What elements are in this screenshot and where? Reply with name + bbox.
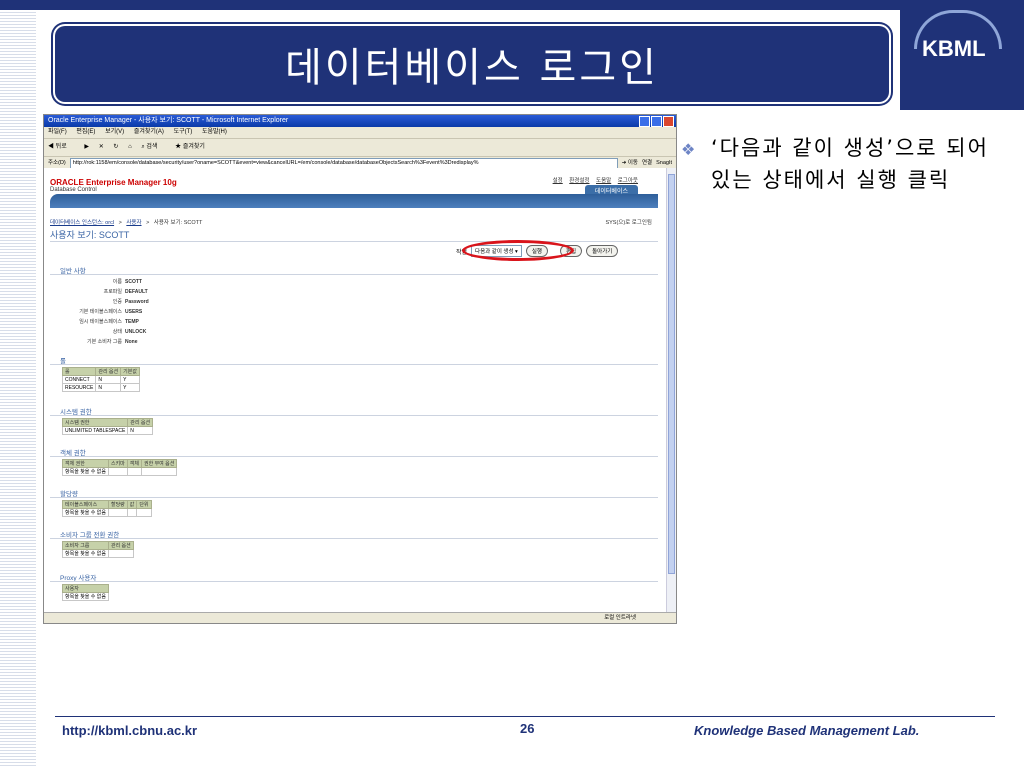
general-row: 기본 소비자 그룹 None [87,339,138,345]
browser-menu-bar: 파일(F) 편집(E) 보기(V) 즐겨찾기(A) 도구(T) 도움말(H) [44,127,676,139]
home-icon[interactable]: ⌂ [128,144,132,150]
top-links: 설정 환경설정 도움말 로그아웃 [548,176,638,184]
divider [50,274,658,275]
menu-file[interactable]: 파일(F) [48,129,67,135]
divider [50,581,658,582]
table-row: CONNECT N Y [61,375,140,384]
menu-tools[interactable]: 도구(T) [174,129,193,135]
login-info: SYS(으)로 로그인됨 [605,220,652,226]
breadcrumb-instance[interactable]: 데이터베이스 인스턴스: orcl [50,220,114,226]
breadcrumb-sep: > [118,220,122,226]
bullet-text: ‘다음과 같이 생성’으로 되어 있는 상태에서 실행 클릭 [711,136,989,192]
link-setup[interactable]: 설정 [553,178,563,184]
decorative-stripes [0,0,36,768]
footer-url[interactable]: http://kbml.cbnu.ac.kr [62,723,197,738]
quota-table: 테이블스페이스 할당량 값 단위 항목을 찾을 수 없음 [62,500,152,517]
table-row: 항목을 찾을 수 없음 [62,467,178,476]
general-row: 인증 Password [112,299,149,305]
menu-help[interactable]: 도움말(H) [202,129,227,135]
roles-table: 롤 관리 옵션 기본값 CONNECT N Y RESOURCE N Y [61,367,140,392]
menu-edit[interactable]: 편집(E) [76,129,95,135]
minimize-icon[interactable] [639,116,650,127]
window-controls [639,116,674,127]
close-icon[interactable] [663,116,674,127]
divider [50,415,658,416]
page-title: 사용자 보기: SCOTT [50,230,130,240]
system-privileges-table: 시스템 권한 관리 옵션 UNLIMITED TABLESPACE N [61,418,154,435]
diamond-bullet-icon: ❖ [681,140,696,159]
page-number: 26 [520,721,535,736]
table-row: 항목을 찾을 수 없음 [62,592,109,601]
footer-line [55,716,995,717]
oracle-subtitle: Database Control [50,187,97,193]
object-privileges-table: 객체 권한 스키마 객체 권한 부여 옵션 항목을 찾을 수 없음 [62,459,178,476]
forward-icon[interactable]: ▶ [84,144,89,150]
oracle-brand: ORACLE Enterprise Manager 10g [50,178,177,187]
search-button[interactable]: ⌕ 검색 [141,144,165,150]
divider [50,364,658,365]
stop-icon[interactable]: ✕ [99,144,104,150]
kbml-logo: KBML [900,0,1024,110]
status-zone: 로컬 인트라넷 [604,615,636,621]
breadcrumb-sep: > [146,220,150,226]
em-page: ORACLE Enterprise Manager 10g Database C… [44,168,666,612]
general-row: 프로파일 DEFAULT [103,289,148,295]
back-button[interactable]: ◀ 뒤로 [48,144,75,150]
browser-screenshot: Oracle Enterprise Manager - 사용자 보기: SCOT… [43,114,677,624]
vertical-scrollbar[interactable] [666,168,676,612]
general-row: 임시 테이블스페이스 TEMP [79,319,139,325]
table-row: 항목을 찾을 수 없음 [62,549,134,558]
divider [50,456,658,457]
divider [50,497,658,498]
link-help[interactable]: 도움말 [596,178,611,184]
general-row: 상태 UNLOCK [112,329,147,335]
browser-window-title: Oracle Enterprise Manager - 사용자 보기: SCOT… [48,117,289,124]
header-band [50,194,658,208]
table-row: RESOURCE N Y [61,383,140,392]
general-row: 이름 SCOTT [112,279,142,285]
link-logout[interactable]: 로그아웃 [618,178,638,184]
general-row: 기본 테이블스페이스 USERS [79,309,143,315]
back-button-em[interactable]: 돌아가기 [586,245,619,257]
logo-text: KBML [922,36,986,61]
proxy-table: 사용자 항목을 찾을 수 없음 [62,584,109,601]
link-preferences[interactable]: 환경설정 [569,178,589,184]
browser-title-bar: Oracle Enterprise Manager - 사용자 보기: SCOT… [44,115,676,127]
favorites-button[interactable]: ★ 즐겨찾기 [175,144,213,150]
status-bar: 로컬 인트라넷 [44,612,676,623]
divider [50,241,658,242]
scrollbar-thumb[interactable] [668,174,675,574]
slide-title: 데이터베이스 로그인 [285,45,659,91]
top-band [0,0,1024,10]
maximize-icon[interactable] [651,116,662,127]
menu-favorites[interactable]: 즐겨찾기(A) [134,129,164,135]
browser-toolbar: ◀ 뒤로 ▶ ✕ ↻ ⌂ ⌕ 검색 ★ 즐겨찾기 [44,139,676,157]
breadcrumb: 데이터베이스 인스턴스: orcl > 사용자 > 사용자 보기: SCOTT [50,218,205,226]
menu-view[interactable]: 보기(V) [105,129,124,135]
consumer-group-table: 소비자 그룹 관리 옵션 항목을 찾을 수 없음 [62,541,134,558]
highlight-ring [462,240,574,261]
table-row: UNLIMITED TABLESPACE N [61,426,154,435]
refresh-icon[interactable]: ↻ [113,144,118,150]
breadcrumb-users[interactable]: 사용자 [126,220,141,226]
divider [50,538,658,539]
breadcrumb-current: 사용자 보기: SCOTT [153,220,203,226]
slide-title-box: 데이터베이스 로그인 [55,26,889,102]
footer-lab: Knowledge Based Management Lab. [694,723,920,738]
table-row: 항목을 찾을 수 없음 [62,508,152,517]
